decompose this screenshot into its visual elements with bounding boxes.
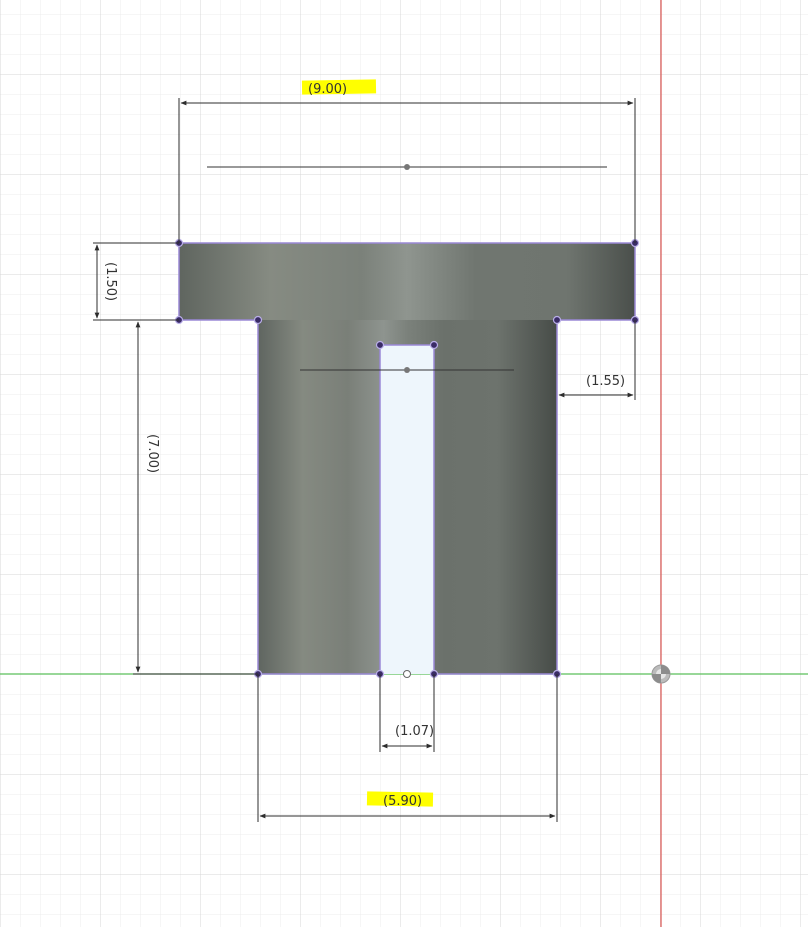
flange-face[interactable]	[179, 243, 635, 320]
centerline-top-midpoint[interactable]	[404, 164, 410, 170]
centerline-slot-midpoint[interactable]	[404, 367, 410, 373]
vertex-point[interactable]	[429, 340, 439, 350]
dim-flange-overhang-label: (1.55)	[586, 374, 625, 389]
dim-flange-height-label: (1.50)	[103, 262, 118, 301]
dim-overall-width-label: (9.00)	[308, 82, 347, 97]
dim-shaft-width-label: (5.90)	[383, 794, 422, 809]
vertex-point[interactable]	[253, 315, 263, 325]
origin-icon[interactable]	[651, 664, 671, 684]
sketch-canvas[interactable]: (9.00) (1.50) (7.00) (1.55) (1.07) (5.90…	[0, 0, 808, 927]
dim-slot-width-label: (1.07)	[395, 724, 434, 739]
vertex-point[interactable]	[375, 340, 385, 350]
dim-shaft-height-label: (7.00)	[145, 434, 160, 473]
vertex-point[interactable]	[552, 315, 562, 325]
slot-profile[interactable]	[380, 345, 434, 674]
slot-bottom-midpoint[interactable]	[403, 670, 411, 678]
